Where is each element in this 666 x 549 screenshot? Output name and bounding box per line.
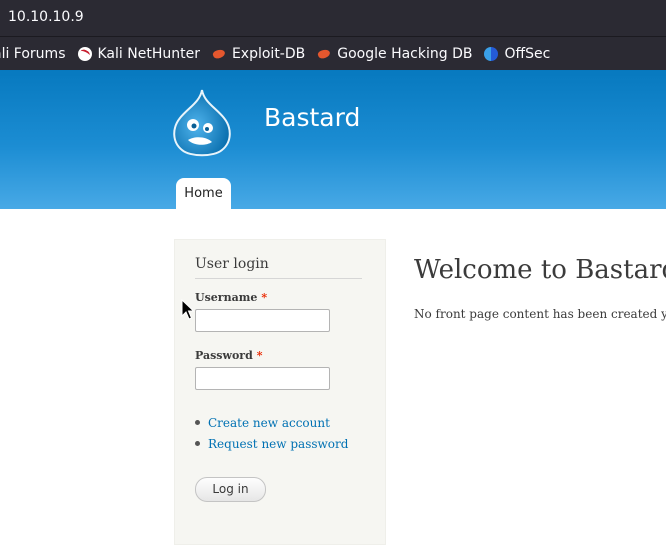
bookmark-exploit-db[interactable]: Exploit-DB <box>212 46 305 62</box>
login-links: Create new account Request new password <box>195 412 348 454</box>
password-label-text: Password <box>195 349 253 362</box>
password-label: Password * <box>195 349 263 362</box>
bookmarks-toolbar: ali Forums Kali NetHunter Exploit-DB Goo… <box>0 37 666 70</box>
site-name[interactable]: Bastard <box>264 103 360 132</box>
bookmark-label: Kali NetHunter <box>97 45 200 62</box>
exploitdb-bug-icon <box>317 47 331 61</box>
exploitdb-bug-icon <box>212 47 226 61</box>
username-label: Username * <box>195 291 267 304</box>
login-button[interactable]: Log in <box>195 477 266 502</box>
bookmark-kali-nethunter[interactable]: Kali NetHunter <box>77 45 200 62</box>
offsec-icon <box>484 46 499 61</box>
required-marker: * <box>261 291 268 304</box>
url-bar[interactable]: 10.10.10.9 <box>0 0 666 37</box>
list-item: Request new password <box>195 433 348 454</box>
username-input[interactable] <box>195 309 330 332</box>
bookmark-google-hacking-db[interactable]: Google Hacking DB <box>317 46 472 62</box>
front-page-message: No front page content has been created y… <box>414 307 666 321</box>
required-marker: * <box>256 349 263 362</box>
list-item: Create new account <box>195 412 348 433</box>
bookmark-kali-forums[interactable]: ali Forums <box>0 46 66 62</box>
bookmark-label: Google Hacking DB <box>337 45 473 62</box>
create-account-link[interactable]: Create new account <box>208 416 330 430</box>
page-title: Welcome to Bastard <box>414 255 666 285</box>
site-header: Bastard Home <box>0 70 666 209</box>
bookmark-label: ali Forums <box>0 45 66 62</box>
bookmark-label: OffSec <box>504 45 551 62</box>
request-password-link[interactable]: Request new password <box>208 437 348 451</box>
password-input[interactable] <box>195 367 330 390</box>
bullet-icon <box>195 420 200 425</box>
bookmark-offsec[interactable]: OffSec <box>484 46 550 62</box>
bookmark-label: Exploit-DB <box>231 45 306 62</box>
bullet-icon <box>195 441 200 446</box>
mouse-pointer-icon <box>181 299 195 320</box>
drupal-drop-logo[interactable] <box>170 88 234 158</box>
block-title: User login <box>195 256 362 279</box>
username-label-text: Username <box>195 291 258 304</box>
user-login-block: User login Username * Password * Create ne… <box>174 239 386 545</box>
kali-dragon-icon <box>77 46 92 61</box>
tab-home[interactable]: Home <box>176 178 231 209</box>
url-text[interactable]: 10.10.10.9 <box>8 9 84 25</box>
